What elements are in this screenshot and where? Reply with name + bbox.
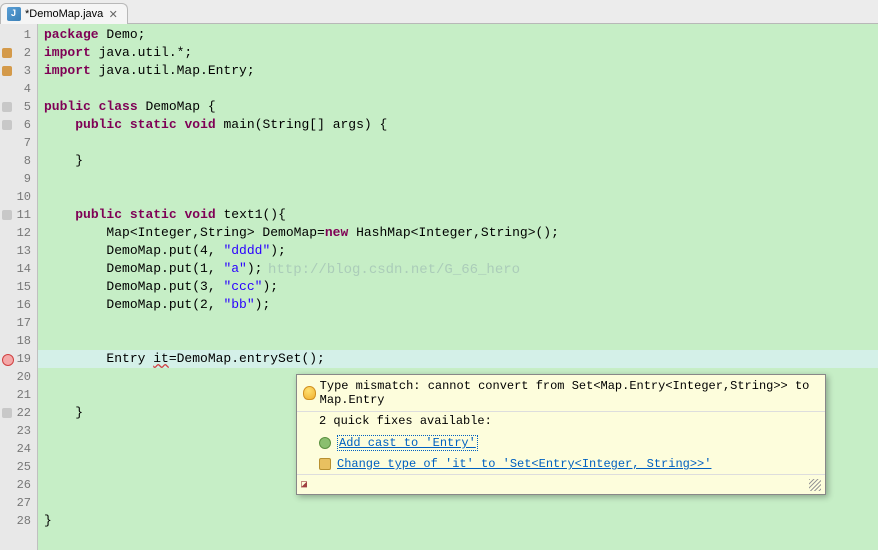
gutter-line[interactable]: 4 xyxy=(0,80,37,98)
gutter-line[interactable]: 7 xyxy=(0,134,37,152)
gutter-line[interactable]: 11 xyxy=(0,206,37,224)
code-line[interactable] xyxy=(38,494,878,512)
code-line[interactable]: DemoMap.put(4, "dddd"); xyxy=(38,242,878,260)
code-line[interactable]: public static void text1(){ xyxy=(38,206,878,224)
code-line[interactable] xyxy=(38,188,878,206)
gutter-line[interactable]: 27 xyxy=(0,494,37,512)
gutter-line[interactable]: 3 xyxy=(0,62,37,80)
tab-title: *DemoMap.java xyxy=(25,8,103,20)
gutter-line[interactable]: 5 xyxy=(0,98,37,116)
editor-tab[interactable]: *DemoMap.java ✕ xyxy=(0,3,128,24)
code-area[interactable]: package Demo;import java.util.*;import j… xyxy=(38,24,878,550)
code-line[interactable] xyxy=(38,80,878,98)
gutter-line[interactable]: 28 xyxy=(0,512,37,530)
quickfix-change-type[interactable]: Change type of 'it' to 'Set<Entry<Intege… xyxy=(297,454,825,474)
gutter-line[interactable]: 19 xyxy=(0,350,37,368)
tab-bar: *DemoMap.java ✕ xyxy=(0,0,878,24)
gutter-line[interactable]: 22 xyxy=(0,404,37,422)
quickfix-add-cast[interactable]: Add cast to 'Entry' xyxy=(297,432,825,454)
gutter-line[interactable]: 10 xyxy=(0,188,37,206)
tooltip-header: Type mismatch: cannot convert from Set<M… xyxy=(297,375,825,412)
gutter-line[interactable]: 17 xyxy=(0,314,37,332)
code-line[interactable] xyxy=(38,314,878,332)
code-line[interactable]: import java.util.*; xyxy=(38,44,878,62)
code-line[interactable]: public class DemoMap { xyxy=(38,98,878,116)
gutter-line[interactable]: 16 xyxy=(0,296,37,314)
gutter-line[interactable]: 23 xyxy=(0,422,37,440)
gutter-line[interactable]: 25 xyxy=(0,458,37,476)
code-line[interactable]: package Demo; xyxy=(38,26,878,44)
code-line[interactable]: DemoMap.put(1, "a"); xyxy=(38,260,878,278)
gutter-line[interactable]: 12 xyxy=(0,224,37,242)
code-line[interactable]: import java.util.Map.Entry; xyxy=(38,62,878,80)
code-line[interactable]: public static void main(String[] args) { xyxy=(38,116,878,134)
tooltip-footer: ◪ xyxy=(297,474,825,494)
error-indicator-icon: ◪ xyxy=(301,479,307,491)
tooltip-subheader: 2 quick fixes available: xyxy=(297,412,825,432)
gutter-line[interactable]: 9 xyxy=(0,170,37,188)
code-editor: 1234567891011121314151617181920212223242… xyxy=(0,24,878,550)
gutter-line[interactable]: 8 xyxy=(0,152,37,170)
gutter-line[interactable]: 14 xyxy=(0,260,37,278)
gutter-line[interactable]: 1 xyxy=(0,26,37,44)
gutter-line[interactable]: 21 xyxy=(0,386,37,404)
code-line[interactable] xyxy=(38,170,878,188)
gutter-line[interactable]: 20 xyxy=(0,368,37,386)
gutter-line[interactable]: 24 xyxy=(0,440,37,458)
java-file-icon xyxy=(7,7,21,21)
close-icon[interactable]: ✕ xyxy=(107,8,119,21)
code-line[interactable]: } xyxy=(38,512,878,530)
gutter-line[interactable]: 18 xyxy=(0,332,37,350)
tooltip-message: Type mismatch: cannot convert from Set<M… xyxy=(320,379,819,407)
quickfix-link-change[interactable]: Change type of 'it' to 'Set<Entry<Intege… xyxy=(337,457,711,471)
code-line[interactable]: DemoMap.put(3, "ccc"); xyxy=(38,278,878,296)
code-line[interactable]: } xyxy=(38,152,878,170)
gutter-line[interactable]: 6 xyxy=(0,116,37,134)
code-line[interactable] xyxy=(38,134,878,152)
quickfix-tooltip: Type mismatch: cannot convert from Set<M… xyxy=(296,374,826,495)
code-line[interactable]: Map<Integer,String> DemoMap=new HashMap<… xyxy=(38,224,878,242)
line-gutter[interactable]: 1234567891011121314151617181920212223242… xyxy=(0,24,38,550)
cast-fix-icon xyxy=(319,437,331,449)
gutter-line[interactable]: 13 xyxy=(0,242,37,260)
gutter-line[interactable]: 26 xyxy=(0,476,37,494)
code-line[interactable]: DemoMap.put(2, "bb"); xyxy=(38,296,878,314)
resize-grabber-icon[interactable] xyxy=(809,479,821,491)
gutter-line[interactable]: 2 xyxy=(0,44,37,62)
code-line[interactable]: Entry it=DemoMap.entrySet(); xyxy=(38,350,878,368)
code-line[interactable] xyxy=(38,332,878,350)
lightbulb-icon xyxy=(303,386,316,400)
gutter-line[interactable]: 15 xyxy=(0,278,37,296)
change-type-icon xyxy=(319,458,331,470)
quickfix-link-cast[interactable]: Add cast to 'Entry' xyxy=(337,435,478,451)
